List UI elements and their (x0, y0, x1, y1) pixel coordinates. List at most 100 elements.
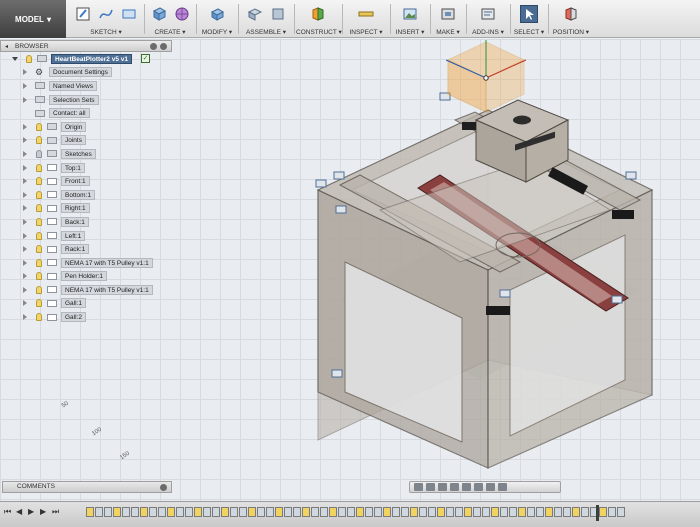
tree-item-label[interactable]: Gall:2 (61, 312, 86, 323)
pin-icon[interactable] (150, 43, 157, 50)
timeline-feature-icon[interactable] (149, 507, 157, 517)
spline-icon[interactable] (97, 5, 115, 23)
collapse-icon[interactable]: ◂ (5, 43, 8, 50)
tree-item-top[interactable]: Top:1 (0, 161, 172, 175)
tree-item-back[interactable]: Back:1 (0, 215, 172, 229)
select-group[interactable]: SELECT ▾ (512, 0, 546, 38)
component-icon[interactable] (246, 5, 264, 23)
modify-group[interactable]: MODIFY ▾ (198, 0, 236, 38)
lightbulb-icon[interactable] (36, 245, 42, 254)
measure-icon[interactable] (357, 5, 375, 23)
construct-group[interactable]: CONSTRUCT ▾ (296, 0, 342, 38)
expand-arrow-icon[interactable] (23, 273, 27, 280)
joint-icon[interactable] (269, 5, 287, 23)
capture-position-icon[interactable] (562, 5, 580, 23)
timeline-feature-icon[interactable] (167, 507, 175, 517)
tree-item-joints[interactable]: Joints (0, 134, 172, 148)
timeline-feature-icon[interactable] (320, 507, 328, 517)
expand-arrow-icon[interactable] (23, 164, 27, 171)
image-icon[interactable] (401, 5, 419, 23)
lightbulb-icon[interactable] (36, 190, 42, 199)
add-comment-icon[interactable] (160, 484, 167, 491)
menu-icon[interactable] (160, 43, 167, 50)
timeline-feature-icon[interactable] (122, 507, 130, 517)
timeline-feature-icon[interactable] (518, 507, 526, 517)
tree-item-sketches[interactable]: Sketches (0, 147, 172, 161)
timeline-feature-icon[interactable] (554, 507, 562, 517)
tree-item-label[interactable]: Front:1 (61, 176, 90, 187)
timeline-feature-icon[interactable] (131, 507, 139, 517)
lightbulb-icon[interactable] (36, 177, 42, 186)
expand-arrow-icon[interactable] (12, 56, 18, 61)
zoom-icon[interactable] (450, 483, 459, 491)
expand-arrow-icon[interactable] (23, 150, 27, 157)
expand-arrow-icon[interactable] (23, 300, 27, 307)
timeline-feature-icon[interactable] (500, 507, 508, 517)
tree-item-gall-1[interactable]: Gall:1 (0, 297, 172, 311)
timeline-feature-icon[interactable] (212, 507, 220, 517)
timeline-feature-icon[interactable] (419, 507, 427, 517)
timeline-feature-icon[interactable] (428, 507, 436, 517)
timeline-feature-icon[interactable] (536, 507, 544, 517)
lightbulb-icon[interactable] (36, 272, 42, 281)
step-forward-icon[interactable]: ▶ (40, 508, 48, 516)
plane-icon[interactable] (309, 5, 327, 23)
timeline-feature-icon[interactable] (356, 507, 364, 517)
tree-item-label[interactable]: Rack:1 (61, 244, 90, 255)
timeline-feature-icon[interactable] (347, 507, 355, 517)
tree-item-right[interactable]: Right:1 (0, 202, 172, 216)
timeline-feature-icon[interactable] (284, 507, 292, 517)
tree-item-label[interactable]: Named Views (49, 80, 97, 91)
tree-root[interactable]: HeartBeatPlotter2 v5 v1 ✓ (0, 52, 172, 66)
timeline-feature-icon[interactable] (275, 507, 283, 517)
tree-item-label[interactable]: NEMA 17 with T5 Pulley v1:1 (61, 257, 153, 268)
lightbulb-icon[interactable] (36, 122, 42, 131)
timeline-feature-icon[interactable] (473, 507, 481, 517)
timeline-feature-icon[interactable] (572, 507, 580, 517)
timeline-feature-icon[interactable] (563, 507, 571, 517)
print-icon[interactable] (439, 5, 457, 23)
cursor-icon[interactable] (520, 5, 538, 23)
expand-arrow-icon[interactable] (23, 232, 27, 239)
timeline-feature-icon[interactable] (185, 507, 193, 517)
tree-item-label[interactable]: Sketches (61, 148, 96, 159)
play-icon[interactable]: ▶ (28, 508, 36, 516)
timeline-feature-icon[interactable] (545, 507, 553, 517)
scripts-icon[interactable] (479, 5, 497, 23)
timeline-feature-icon[interactable] (104, 507, 112, 517)
tree-item-label[interactable]: Left:1 (61, 230, 86, 241)
tree-item-label[interactable]: Back:1 (61, 216, 89, 227)
tree-item-label[interactable]: Pen Holder:1 (61, 271, 107, 282)
edit-sketch-icon[interactable] (74, 5, 92, 23)
tree-item-label[interactable]: Joints (61, 135, 86, 146)
timeline-feature-icon[interactable] (581, 507, 589, 517)
addins-group[interactable]: ADD-INS ▾ (468, 0, 508, 38)
tree-item-label[interactable]: Contact: all (49, 108, 90, 119)
timeline-feature-icon[interactable] (311, 507, 319, 517)
timeline-feature-icon[interactable] (410, 507, 418, 517)
timeline-feature-icon[interactable] (338, 507, 346, 517)
timeline-feature-icon[interactable] (302, 507, 310, 517)
box-icon[interactable] (150, 5, 168, 23)
make-group[interactable]: MAKE ▾ (432, 0, 464, 38)
expand-arrow-icon[interactable] (23, 246, 27, 253)
tree-item-label[interactable]: Top:1 (61, 162, 85, 173)
expand-arrow-icon[interactable] (23, 178, 27, 185)
tree-item-selection-sets[interactable]: Selection Sets (0, 93, 172, 107)
rectangle-icon[interactable] (120, 5, 138, 23)
inspect-group[interactable]: INSPECT ▾ (344, 0, 388, 38)
timeline-feature-icon[interactable] (617, 507, 625, 517)
lightbulb-icon[interactable] (36, 258, 42, 267)
go-to-end-icon[interactable]: ⏭ (52, 508, 60, 516)
tree-item-label[interactable]: Gall:1 (61, 298, 86, 309)
tree-item-named-views[interactable]: Named Views (0, 79, 172, 93)
expand-arrow-icon[interactable] (23, 286, 27, 293)
timeline-feature-icon[interactable] (329, 507, 337, 517)
root-component-label[interactable]: HeartBeatPlotter2 v5 v1 (51, 53, 132, 64)
tree-item-label[interactable]: Origin (61, 121, 87, 132)
tree-item-nema-2[interactable]: NEMA 17 with T5 Pulley v1:1 (0, 283, 172, 297)
timeline-feature-icon[interactable] (86, 507, 94, 517)
expand-arrow-icon[interactable] (23, 218, 27, 225)
timeline-feature-icon[interactable] (599, 507, 607, 517)
sketch-group[interactable]: SKETCH ▾ (70, 0, 142, 38)
